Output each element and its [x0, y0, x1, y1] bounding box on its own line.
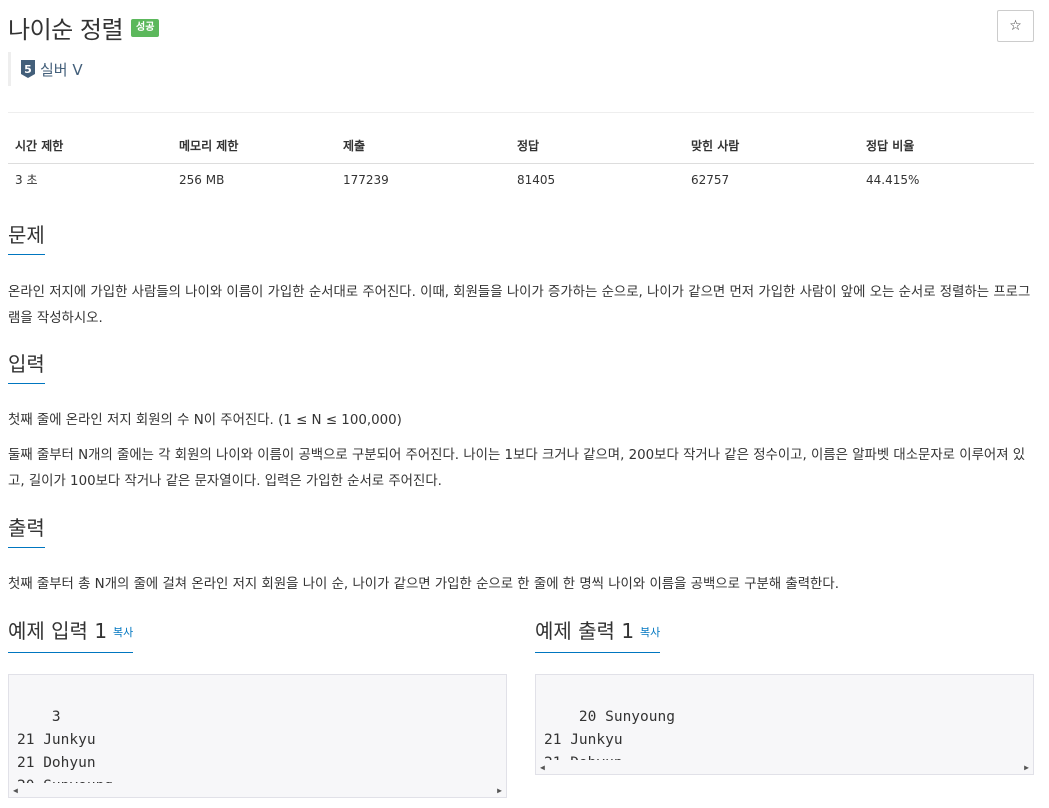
star-icon: ☆: [1009, 18, 1022, 34]
input-description-1: 첫째 줄에 온라인 저지 회원의 수 N이 주어진다. (1 ≤ N ≤ 100…: [8, 413, 402, 428]
value-time-limit: 3 초: [15, 173, 38, 188]
sample-input-box[interactable]: 3 21 Junkyu 21 Dohyun 20 Sunyoung ◀ ▶: [8, 674, 507, 798]
sample-input-header: 예제 입력 1 복사: [8, 618, 508, 653]
sample-output-box[interactable]: 20 Sunyoung 21 Junkyu 21 Dohyun ◀ ▶: [535, 674, 1034, 775]
title-row: 나이순 정렬 성공: [8, 10, 160, 45]
input-section-header: 입력: [8, 351, 1034, 384]
problem-page: 나이순 정렬 성공 ☆ 5 실버 V 시간 제한 메모리 제한 제출 정답 맞힌…: [0, 0, 1049, 808]
table-row: 3 초 256 MB 177239 81405 62757 44.415%: [8, 163, 1034, 196]
page-title: 나이순 정렬: [8, 16, 124, 44]
header-submissions: 제출: [336, 128, 510, 164]
output-description: 첫째 줄부터 총 N개의 줄에 걸쳐 온라인 저지 회원을 나이 순, 나이가 …: [8, 577, 839, 592]
problem-section-header: 문제: [8, 222, 1034, 255]
scroll-left-icon[interactable]: ◀: [13, 779, 18, 802]
header-accept-ratio: 정답 비율: [859, 128, 1034, 164]
tier-row: 5 실버 V: [8, 52, 83, 86]
divider: [8, 112, 1034, 113]
copy-sample-input-button[interactable]: 복사: [113, 626, 133, 639]
tier-shield-icon: 5: [21, 60, 35, 78]
scroll-left-icon[interactable]: ◀: [540, 756, 545, 779]
input-section-title: 입력: [8, 351, 45, 384]
scroll-right-icon[interactable]: ▶: [497, 779, 502, 802]
value-solved-users: 62757: [691, 172, 730, 187]
value-submissions: 177239: [343, 172, 389, 187]
header-time-limit: 시간 제한: [8, 128, 172, 164]
star-button[interactable]: ☆: [997, 10, 1034, 42]
status-badge: 성공: [131, 18, 160, 37]
output-section-header: 출력: [8, 515, 1034, 548]
header-solved-users: 맞힌 사람: [684, 128, 859, 164]
horizontal-scrollbar[interactable]: ◀ ▶: [9, 783, 506, 797]
input-description-2: 둘째 줄부터 N개의 줄에는 각 회원의 나이와 이름이 공백으로 구분되어 주…: [8, 448, 1026, 489]
output-section-title: 출력: [8, 515, 45, 548]
problem-description: 온라인 저지에 가입한 사람들의 나이와 이름이 가입한 순서대로 주어진다. …: [8, 285, 1031, 326]
problem-section-title: 문제: [8, 222, 45, 255]
header-memory-limit: 메모리 제한: [172, 128, 336, 164]
sample-output-header: 예제 출력 1 복사: [535, 618, 1034, 653]
horizontal-scrollbar[interactable]: ◀ ▶: [536, 760, 1033, 774]
sample-input-title: 예제 입력 1 복사: [8, 618, 134, 653]
value-accepted: 81405: [517, 172, 556, 187]
value-memory-limit: 256 MB: [179, 172, 225, 187]
sample-input-text: 3 21 Junkyu 21 Dohyun 20 Sunyoung: [17, 709, 113, 794]
scroll-right-icon[interactable]: ▶: [1024, 756, 1029, 779]
tier-link[interactable]: 실버 V: [40, 59, 83, 80]
sample-output-title: 예제 출력 1 복사: [535, 618, 661, 653]
header-accepted: 정답: [510, 128, 684, 164]
copy-sample-output-button[interactable]: 복사: [640, 626, 660, 639]
value-accept-ratio: 44.415%: [866, 172, 920, 187]
table-header-row: 시간 제한 메모리 제한 제출 정답 맞힌 사람 정답 비율: [8, 128, 1034, 164]
problem-info-table: 시간 제한 메모리 제한 제출 정답 맞힌 사람 정답 비율 3 초 256 M…: [8, 128, 1034, 196]
